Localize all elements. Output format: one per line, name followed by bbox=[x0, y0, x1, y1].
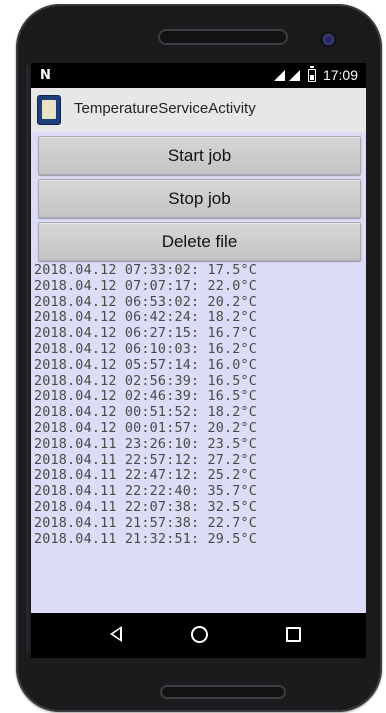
app-title: TemperatureServiceActivity bbox=[74, 100, 256, 117]
main-content: Start job Stop job Delete file 2018.04.1… bbox=[31, 132, 366, 613]
app-icon[interactable] bbox=[37, 95, 61, 125]
back-icon[interactable] bbox=[110, 626, 122, 642]
home-icon[interactable] bbox=[191, 626, 208, 643]
log-entry: 2018.04.12 02:56:39: 16.5°C bbox=[34, 373, 258, 389]
status-time: 17:09 bbox=[322, 67, 358, 83]
status-icons: 17:09 bbox=[273, 65, 358, 83]
log-entry: 2018.04.12 05:57:14: 16.0°C bbox=[34, 357, 258, 373]
log-entry: 2018.04.11 22:57:12: 27.2°C bbox=[34, 452, 258, 468]
screen: N 17:09 TemperatureServiceActivity Start… bbox=[31, 63, 366, 658]
front-camera bbox=[323, 34, 334, 45]
log-entry: 2018.04.11 21:32:51: 29.5°C bbox=[34, 531, 258, 547]
log-entry: 2018.04.12 06:27:15: 16.7°C bbox=[34, 326, 258, 342]
wifi-signal-icon bbox=[273, 69, 285, 81]
log-entry: 2018.04.11 21:57:38: 22.7°C bbox=[34, 515, 258, 531]
log-entry: 2018.04.12 06:42:24: 18.2°C bbox=[34, 310, 258, 326]
log-entry: 2018.04.12 02:46:39: 16.5°C bbox=[34, 389, 258, 405]
action-bar: TemperatureServiceActivity bbox=[31, 88, 366, 133]
log-entry: 2018.04.11 23:26:10: 23.5°C bbox=[34, 436, 258, 452]
nfc-notification-icon: N bbox=[40, 68, 51, 83]
battery-icon bbox=[307, 65, 316, 82]
log-entry: 2018.04.11 22:07:38: 32.5°C bbox=[34, 499, 258, 515]
cell-signal-icon bbox=[288, 69, 300, 81]
log-entry: 2018.04.12 06:53:02: 20.2°C bbox=[34, 294, 258, 310]
bottom-speaker bbox=[160, 685, 286, 699]
temperature-log[interactable]: 2018.04.12 07:33:02: 17.5°C 2018.04.12 07… bbox=[34, 263, 364, 547]
log-entry: 2018.04.12 06:10:03: 16.2°C bbox=[34, 341, 258, 357]
top-speaker bbox=[158, 29, 288, 45]
log-entry: 2018.04.12 07:33:02: 17.5°C bbox=[34, 263, 258, 278]
navigation-bar bbox=[31, 613, 366, 658]
status-bar: N 17:09 bbox=[31, 63, 366, 88]
stop-job-button[interactable]: Stop job bbox=[38, 179, 361, 218]
log-entry: 2018.04.12 07:07:17: 22.0°C bbox=[34, 278, 258, 294]
log-entry: 2018.04.11 22:47:12: 25.2°C bbox=[34, 468, 258, 484]
log-entry: 2018.04.11 22:22:40: 35.7°C bbox=[34, 484, 258, 500]
delete-file-button[interactable]: Delete file bbox=[38, 222, 361, 261]
recents-icon[interactable] bbox=[286, 627, 301, 642]
start-job-button[interactable]: Start job bbox=[38, 136, 361, 175]
log-entry: 2018.04.12 00:51:52: 18.2°C bbox=[34, 405, 258, 421]
log-entry: 2018.04.12 00:01:57: 20.2°C bbox=[34, 420, 258, 436]
